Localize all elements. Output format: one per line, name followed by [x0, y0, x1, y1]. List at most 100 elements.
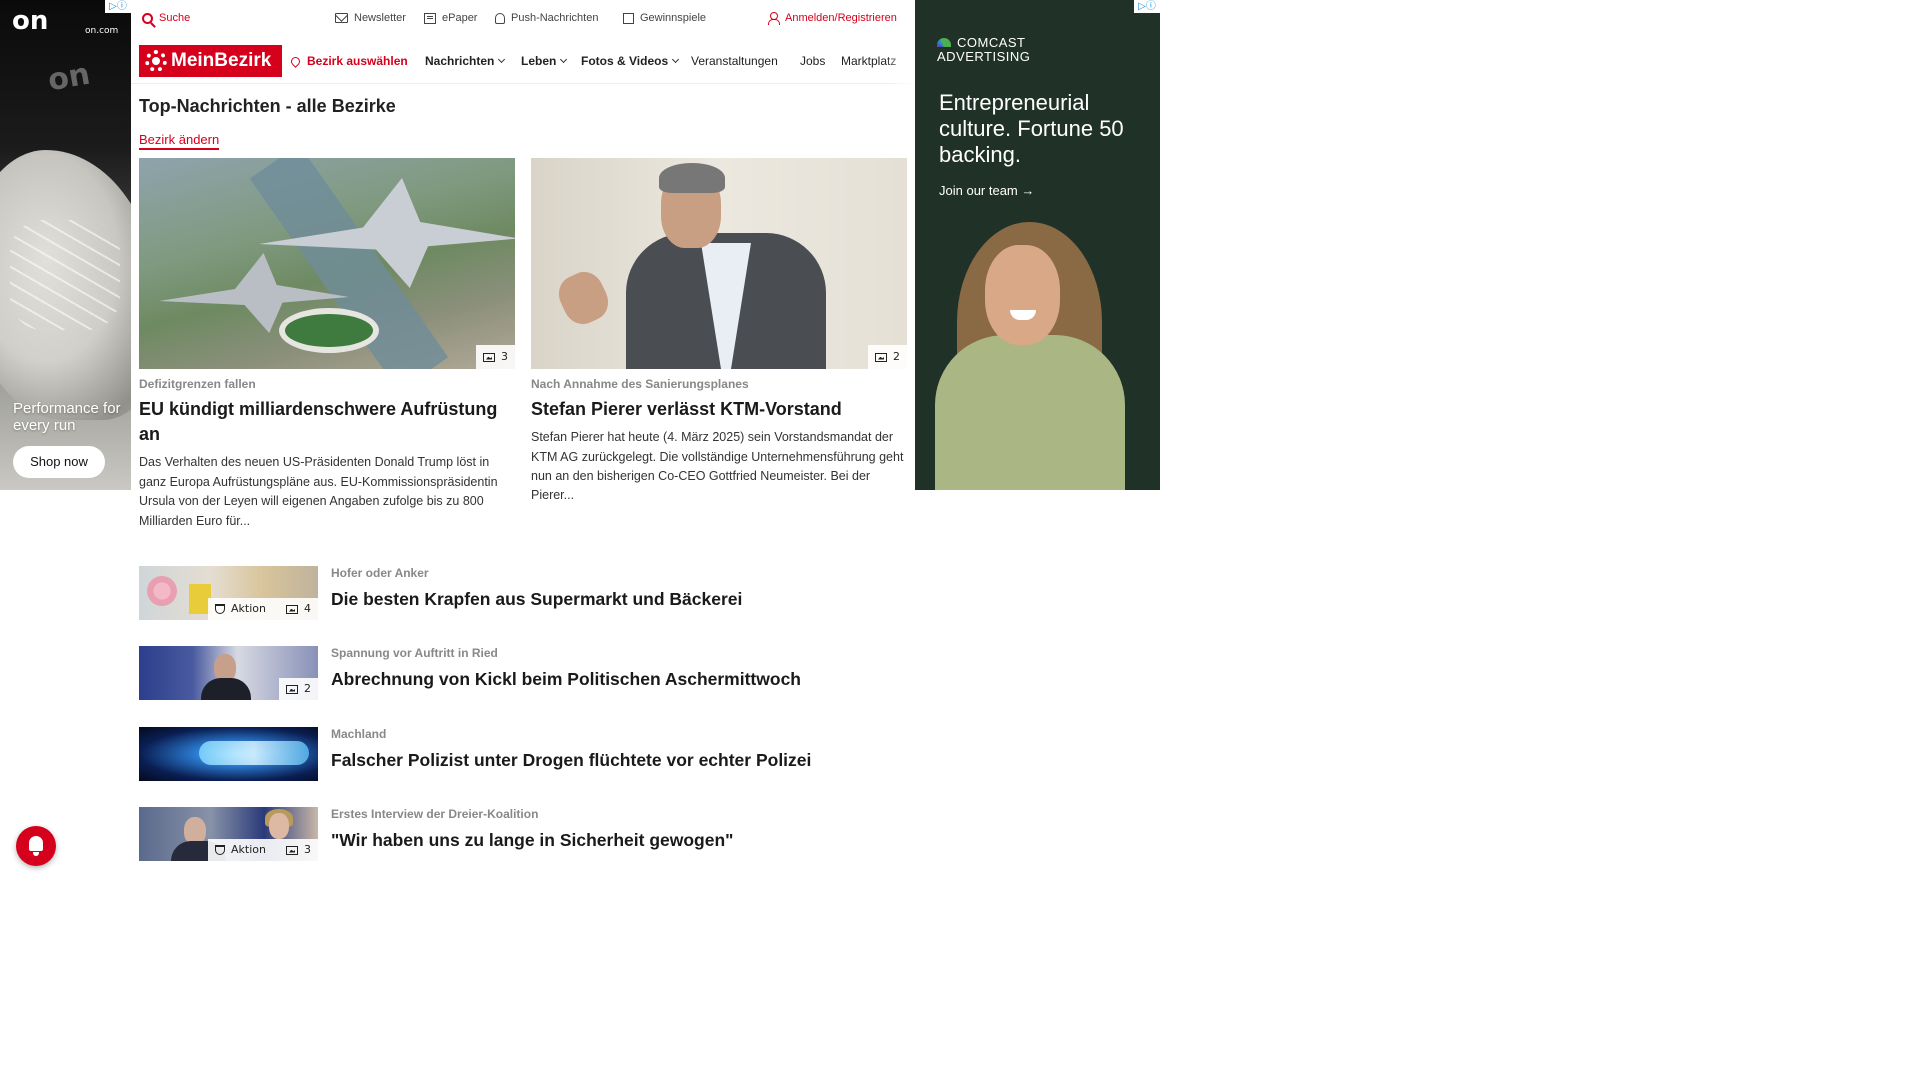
location-pin-icon [289, 55, 302, 68]
gallery-count: 4 [304, 602, 311, 615]
nav-item-label: Nachrichten [425, 54, 495, 68]
image-donut [147, 576, 177, 606]
epaper-link[interactable]: ePaper [424, 12, 477, 24]
gallery-badge: 2 [868, 345, 907, 369]
chevron-down-icon [560, 55, 568, 64]
bell-icon [495, 12, 505, 24]
ad-right-brand: COMCAST [957, 35, 1026, 50]
gallery-icon [286, 845, 298, 855]
adchoices-icon[interactable]: ▷ⓘ [1134, 0, 1160, 13]
article-headline[interactable]: EU kündigt milliardenschwere Aufrüstung … [139, 397, 515, 447]
login-link[interactable]: Anmelden/Registrieren [768, 12, 897, 25]
nav-overflow-fade [885, 38, 915, 84]
article-teaser: Das Verhalten des neuen US-Präsidenten D… [139, 455, 498, 528]
nav-item-leben[interactable]: Leben [521, 54, 568, 68]
nav-item-label: Fotos & Videos [581, 54, 669, 68]
aktion-tag: Aktion [231, 602, 266, 615]
push-label: Push-Nachrichten [511, 12, 599, 24]
gallery-badge: 3 [476, 345, 515, 369]
ad-right-brand-sub: ADVERTISING [937, 49, 1031, 64]
nbc-peacock-icon [937, 38, 951, 47]
bezirk-select-label: Bezirk auswählen [307, 54, 408, 68]
article-headline[interactable]: Abrechnung von Kickl beim Politischen As… [331, 668, 801, 691]
trophy-icon [215, 604, 226, 614]
notification-bell-icon[interactable] [16, 826, 56, 866]
nav-item-jobs[interactable]: Jobs [800, 54, 825, 68]
chevron-down-icon [672, 55, 680, 64]
article-teaser: Stefan Pierer hat heute (4. März 2025) s… [531, 430, 904, 503]
article-headline[interactable]: Falscher Polizist unter Drogen flüchtete… [331, 749, 811, 772]
article-thumbnail[interactable] [139, 727, 318, 781]
article-headline[interactable]: Stefan Pierer verlässt KTM-Vorstand [531, 397, 907, 422]
thumbnail-badges: 2 [279, 678, 318, 700]
meinbezirk-logo[interactable]: MeinBezirk [139, 45, 282, 77]
page-title: Top-Nachrichten - alle Bezirke [139, 96, 396, 116]
logo-flower-icon [145, 50, 167, 72]
gallery-count: 2 [893, 350, 900, 363]
ad-right-comcast[interactable]: COMCAST ADVERTISING Entrepreneurial cult… [915, 0, 1160, 490]
nav-item-nachrichten[interactable]: Nachrichten [425, 54, 506, 68]
gewinnspiele-link[interactable]: Gewinnspiele [623, 12, 706, 24]
thumbnail-badges: Aktion 4 [208, 598, 318, 620]
image-suit [201, 678, 251, 700]
user-icon [768, 12, 780, 25]
featured-article-card[interactable]: 2 Nach Annahme des Sanierungsplanes Stef… [531, 158, 907, 507]
image-hand [552, 265, 615, 331]
adchoices-icon[interactable]: ▷ⓘ [105, 0, 131, 13]
main-content: Suche Newsletter ePaper Push-Nachrichten… [131, 0, 915, 882]
article-thumbnail[interactable]: Aktion 4 [139, 566, 318, 620]
ad-left-brand: on.com [85, 26, 119, 36]
article-kicker: Machland [331, 727, 387, 741]
main-navigation: MeinBezirk Bezirk auswählen Nachrichten … [131, 38, 915, 84]
change-bezirk-link[interactable]: Bezirk ändern [139, 132, 220, 150]
list-item[interactable]: Aktion 4 Hofer oder Anker Die besten Kra… [139, 566, 909, 620]
article-headline[interactable]: "Wir haben uns zu lange in Sicherheit ge… [331, 829, 733, 852]
article-image-pierer[interactable]: 2 [531, 158, 907, 369]
list-item[interactable]: 2 Spannung vor Auftritt in Ried Abrechnu… [139, 646, 909, 700]
login-label: Anmelden/Registrieren [785, 12, 897, 24]
newsletter-link[interactable]: Newsletter [335, 12, 406, 24]
ad-shoe-laces [10, 220, 120, 330]
article-kicker: Spannung vor Auftritt in Ried [331, 646, 498, 660]
article-image-jet[interactable]: 3 [139, 158, 515, 369]
ad-image-face [985, 245, 1060, 345]
nav-item-fotos-videos[interactable]: Fotos & Videos [581, 54, 680, 68]
push-link[interactable]: Push-Nachrichten [495, 12, 598, 24]
search-link[interactable]: Suche [142, 12, 190, 24]
list-item[interactable]: Machland Falscher Polizist unter Drogen … [139, 727, 909, 781]
gewinnspiele-label: Gewinnspiele [640, 12, 707, 24]
newsletter-label: Newsletter [354, 12, 406, 24]
featured-article-card[interactable]: 3 Defizitgrenzen fallen EU kündigt milli… [139, 158, 515, 532]
ad-image-body [935, 335, 1125, 490]
gallery-icon [286, 684, 298, 694]
gift-icon [623, 12, 634, 24]
gallery-count: 2 [304, 682, 311, 695]
bezirk-select[interactable]: Bezirk auswählen [289, 54, 408, 68]
article-thumbnail[interactable]: 2 [139, 646, 318, 700]
image-police-light [199, 741, 309, 765]
article-kicker: Defizitgrenzen fallen [139, 377, 256, 391]
nav-item-veranstaltungen[interactable]: Veranstaltungen [691, 54, 778, 68]
image-stadium [279, 308, 379, 353]
thumbnail-badges: Aktion 3 [208, 839, 318, 861]
ad-left-shop-button[interactable]: Shop now [13, 446, 105, 478]
on-watermark-logo: on [45, 56, 93, 99]
gallery-count: 3 [304, 843, 311, 856]
list-item[interactable]: Aktion 3 Erstes Interview der Dreier-Koa… [139, 807, 909, 861]
gallery-count: 3 [501, 350, 508, 363]
ad-left-headline: Performance for every run [13, 400, 121, 435]
on-logo: on [12, 6, 49, 36]
image-head-second [269, 813, 289, 839]
ad-right-cta[interactable]: Join our team → [939, 183, 1034, 198]
ad-right-headline: Entrepreneurial culture. Fortune 50 back… [939, 90, 1124, 167]
newspaper-icon [424, 12, 436, 24]
ad-left-on-running[interactable]: on on.com on Performance for every run S… [0, 0, 131, 490]
trophy-icon [215, 845, 226, 855]
chevron-down-icon [498, 55, 506, 64]
page: on on.com on Performance for every run S… [0, 0, 1568, 882]
article-headline[interactable]: Die besten Krapfen aus Supermarkt und Bä… [331, 588, 742, 611]
epaper-label: ePaper [442, 12, 478, 24]
image-hair [659, 163, 725, 193]
aktion-tag: Aktion [231, 843, 266, 856]
article-thumbnail[interactable]: Aktion 3 [139, 807, 318, 861]
